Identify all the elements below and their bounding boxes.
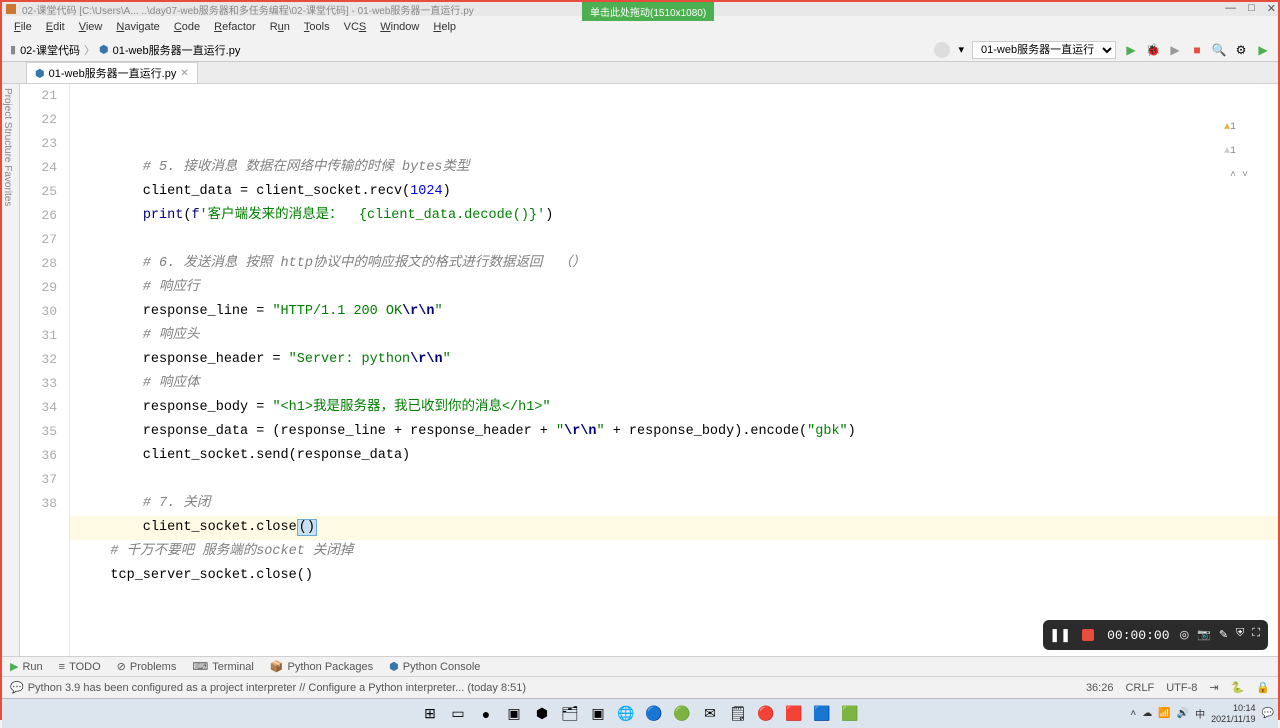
cursor-position[interactable]: 36:26 xyxy=(1086,682,1114,694)
taskbar-app[interactable]: 🗂 xyxy=(557,701,583,727)
tool-run[interactable]: ▶Run xyxy=(10,660,43,673)
indent-icon[interactable]: ⇥ xyxy=(1209,681,1218,694)
notifications-icon[interactable]: 💬 xyxy=(1262,708,1274,719)
tray-chevron-icon[interactable]: ˄ xyxy=(1130,708,1136,719)
minimize-button[interactable]: — xyxy=(1225,2,1236,15)
tray-icon[interactable]: ☁ xyxy=(1142,708,1152,719)
tool-todo[interactable]: ≡TODO xyxy=(59,661,101,673)
debug-button[interactable]: 🐞 xyxy=(1146,43,1160,57)
search-icon[interactable]: 🔍 xyxy=(1212,43,1226,57)
taskbar-app[interactable]: 🟩 xyxy=(837,701,863,727)
menu-window[interactable]: Window xyxy=(374,19,425,35)
tool-python-packages[interactable]: 📦Python Packages xyxy=(270,660,373,673)
app-logo-icon xyxy=(6,4,16,14)
user-avatar-icon[interactable] xyxy=(934,42,950,58)
line-numbers: 212223242526272829303132333435363738 xyxy=(20,84,70,656)
run-config-select[interactable]: 01-web服务器一直运行 xyxy=(972,41,1116,59)
screen-recorder-widget[interactable]: ❚❚ 00:00:00 ◎ 📷 ✎ ⛨ ⛶ xyxy=(1043,620,1268,650)
breadcrumb-file[interactable]: 01-web服务器一直运行.py xyxy=(113,42,241,58)
run-anything-icon[interactable]: ▶ xyxy=(1256,43,1270,57)
menu-vcs[interactable]: VCS xyxy=(338,19,373,35)
pencil-icon[interactable]: ✎ xyxy=(1219,628,1228,642)
menu-view[interactable]: View xyxy=(73,19,109,35)
taskbar-clock[interactable]: 10:14 2021/11/19 xyxy=(1211,703,1255,725)
camera-icon[interactable]: 📷 xyxy=(1197,628,1211,642)
code-area[interactable]: ▲1 ▲1 ˄ ˅ # 5. 接收消息 数据在网络中传输的时候 bytes类型 … xyxy=(70,84,1278,656)
tray-wifi-icon[interactable]: 📶 xyxy=(1158,708,1170,719)
file-encoding[interactable]: UTF-8 xyxy=(1166,682,1197,694)
python-file-icon: ⬢ xyxy=(35,67,45,80)
python-file-icon: ⬢ xyxy=(99,43,109,56)
tool-python-console[interactable]: ⬢Python Console xyxy=(389,660,480,673)
editor-tabs: ⬢ 01-web服务器一直运行.py ✕ xyxy=(2,62,1278,84)
taskbar-app[interactable]: 🟥 xyxy=(781,701,807,727)
record-button[interactable] xyxy=(1079,626,1097,644)
taskbar-app[interactable]: 🌐 xyxy=(613,701,639,727)
taskbar-app[interactable]: ▣ xyxy=(501,701,527,727)
menu-file[interactable]: File xyxy=(8,19,38,35)
tool-problems[interactable]: ⊘Problems xyxy=(117,660,177,673)
window-title: 02-课堂代码 [C:\Users\A... ..\day07-web服务器和多… xyxy=(22,2,474,17)
menu-run[interactable]: Run xyxy=(264,19,296,35)
menu-help[interactable]: Help xyxy=(427,19,462,35)
expand-icon[interactable]: ⛶ xyxy=(1252,628,1260,642)
maximize-button[interactable]: □ xyxy=(1248,2,1255,15)
readonly-icon[interactable]: 🔒 xyxy=(1256,681,1270,694)
taskbar-app[interactable]: ⬢ xyxy=(529,701,555,727)
pause-button[interactable]: ❚❚ xyxy=(1051,626,1069,644)
menu-edit[interactable]: Edit xyxy=(40,19,71,35)
bottom-tool-window-bar: ▶Run ≡TODO ⊘Problems ⌨Terminal 📦Python P… xyxy=(2,656,1278,676)
menu-tools[interactable]: Tools xyxy=(298,19,336,35)
tray-volume-icon[interactable]: 🔊 xyxy=(1177,708,1189,719)
stop-button[interactable]: ■ xyxy=(1190,43,1204,57)
windows-taskbar: ⊞ ▭ ● ▣ ⬢ 🗂 ▣ 🌐 🔵 🟢 ✉ 🗒 🔴 🟥 🟦 🟩 ˄ ☁ 📶 🔊 … xyxy=(2,698,1278,728)
interpreter-icon[interactable]: 🐍 xyxy=(1231,681,1245,694)
chevron-icon: ˄ ˅ xyxy=(1224,170,1248,181)
menu-navigate[interactable]: Navigate xyxy=(110,19,165,35)
left-tool-stripe[interactable]: Project Structure Favorites xyxy=(2,84,20,656)
taskbar-app[interactable]: 🔴 xyxy=(753,701,779,727)
taskbar-app[interactable]: ▭ xyxy=(445,701,471,727)
tool-terminal[interactable]: ⌨Terminal xyxy=(192,660,253,673)
recorder-timer: 00:00:00 xyxy=(1107,628,1169,643)
start-button[interactable]: ⊞ xyxy=(417,701,443,727)
info-icon: 💬 xyxy=(10,681,24,694)
target-icon[interactable]: ◎ xyxy=(1180,628,1190,642)
menu-refactor[interactable]: Refactor xyxy=(208,19,262,35)
taskbar-app[interactable]: 🟦 xyxy=(809,701,835,727)
breadcrumb-sep: 〉 xyxy=(84,42,95,58)
editor: Project Structure Favorites 212223242526… xyxy=(2,84,1278,656)
taskbar-app[interactable]: 🟢 xyxy=(669,701,695,727)
tab-close-icon[interactable]: ✕ xyxy=(180,68,188,79)
shield-icon[interactable]: ⛨ xyxy=(1236,628,1244,642)
system-tray[interactable]: ˄ ☁ 📶 🔊 中 10:14 2021/11/19 💬 xyxy=(1130,703,1274,725)
tray-ime-icon[interactable]: 中 xyxy=(1195,706,1205,721)
line-separator[interactable]: CRLF xyxy=(1125,682,1154,694)
taskbar-app[interactable]: ✉ xyxy=(697,701,723,727)
dropdown-arrow-icon[interactable]: ▾ xyxy=(958,43,964,56)
settings-icon[interactable]: ⚙ xyxy=(1234,43,1248,57)
folder-icon: ▮ xyxy=(10,43,16,56)
close-button[interactable]: ✕ xyxy=(1267,2,1276,15)
screen-drag-hint: 单击此处拖动(1510x1080) xyxy=(582,2,714,21)
status-message[interactable]: Python 3.9 has been configured as a proj… xyxy=(28,682,526,694)
menu-code[interactable]: Code xyxy=(168,19,206,35)
taskbar-app[interactable]: 🔵 xyxy=(641,701,667,727)
editor-tab-label: 01-web服务器一直运行.py xyxy=(49,65,177,81)
taskbar-app[interactable]: ● xyxy=(473,701,499,727)
run-button[interactable]: ▶ xyxy=(1124,43,1138,57)
navigation-bar: ▮ 02-课堂代码 〉 ⬢ 01-web服务器一直运行.py ▾ 01-web服… xyxy=(2,38,1278,62)
editor-tab[interactable]: ⬢ 01-web服务器一直运行.py ✕ xyxy=(26,62,198,83)
inspection-badges[interactable]: ▲1 ▲1 ˄ ˅ xyxy=(1188,92,1248,212)
taskbar-app[interactable]: 🗒 xyxy=(725,701,751,727)
coverage-button[interactable]: ▶ xyxy=(1168,43,1182,57)
taskbar-app[interactable]: ▣ xyxy=(585,701,611,727)
breadcrumb-project[interactable]: 02-课堂代码 xyxy=(20,42,80,58)
status-bar: 💬 Python 3.9 has been configured as a pr… xyxy=(2,676,1278,698)
